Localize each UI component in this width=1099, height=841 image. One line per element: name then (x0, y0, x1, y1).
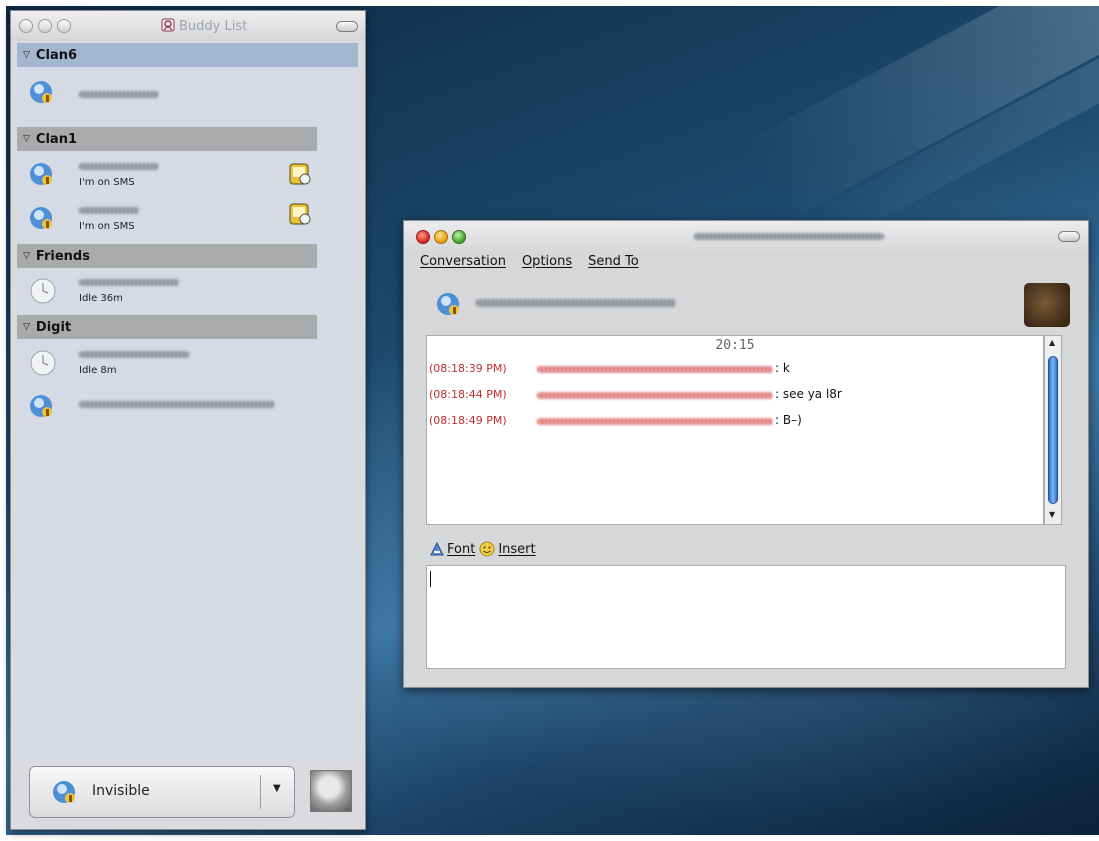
contact-item[interactable] (17, 387, 317, 431)
expand-triangle-icon[interactable]: ▽ (23, 322, 30, 332)
message-input[interactable] (426, 565, 1066, 669)
toolbar-toggle-button[interactable] (336, 21, 358, 32)
font-icon (430, 542, 444, 556)
buddy-list-titlebar[interactable]: Buddy List (11, 11, 365, 41)
blurred-contact-name (79, 207, 139, 214)
time-marker: 20:15 (715, 338, 755, 353)
font-button[interactable]: Font (430, 542, 475, 557)
message-timestamp: (08:18:49 PM) (429, 414, 507, 427)
group-header-clan1[interactable]: ▽ Clan1 (17, 127, 317, 151)
blurred-window-title (694, 233, 884, 240)
contact-item[interactable]: I'm on SMS (17, 155, 317, 199)
mobile-sms-icon (289, 163, 311, 185)
blurred-contact-name (79, 163, 159, 170)
group-header-friends[interactable]: ▽ Friends (17, 244, 317, 268)
contact-item[interactable]: I'm on SMS (17, 199, 317, 243)
group-header-clan6[interactable]: ▽ Clan6 (17, 43, 358, 67)
menu-bar: Conversation Options Send To (420, 254, 639, 269)
mobile-sms-icon (289, 203, 311, 225)
zoom-button[interactable] (452, 230, 466, 244)
message-timestamp: (08:18:44 PM) (429, 388, 507, 401)
message-row: (08:18:39 PM) : k (429, 361, 829, 375)
blurred-contact-name (79, 91, 159, 98)
conversation-window: Conversation Options Send To 20:15 (08:1… (403, 220, 1089, 688)
message-timestamp: (08:18:39 PM) (429, 362, 507, 375)
invisible-status-icon (53, 781, 75, 803)
away-buddy-icon (30, 81, 52, 103)
buddy-list-window: Buddy List ▽ Clan6 ▽ Clan1 I'm on SMS I'… (10, 10, 366, 830)
text-cursor (430, 571, 431, 587)
blurred-contact-name (79, 401, 275, 408)
transcript-scrollbar[interactable]: ▲ ▼ (1044, 335, 1062, 525)
message-text: : B–) (775, 413, 802, 427)
away-buddy-icon (30, 163, 52, 185)
conversation-titlebar[interactable] (404, 221, 1088, 253)
away-buddy-icon (30, 395, 52, 417)
contact-status: Idle 36m (79, 293, 123, 304)
menu-send-to[interactable]: Send To (588, 254, 639, 269)
contact-status: I'm on SMS (79, 177, 135, 188)
expand-triangle-icon[interactable]: ▽ (23, 134, 30, 144)
status-value: Invisible (92, 783, 150, 799)
message-row: (08:18:44 PM) : see ya l8r (429, 387, 842, 401)
menu-options[interactable]: Options (522, 254, 572, 269)
scroll-thumb[interactable] (1048, 356, 1058, 504)
minimize-button[interactable] (38, 19, 52, 33)
insert-button[interactable]: Insert (479, 541, 536, 557)
blurred-sender-name (537, 418, 773, 425)
contact-item[interactable]: Idle 8m (17, 343, 317, 387)
scroll-down-arrow-icon[interactable]: ▼ (1049, 510, 1055, 519)
smiley-icon (479, 541, 495, 557)
group-name: Clan6 (35, 47, 77, 63)
group-name: Clan1 (35, 131, 77, 147)
dropdown-divider (260, 775, 261, 809)
blurred-sender-name (537, 366, 773, 373)
dropdown-arrow-icon[interactable]: ▼ (273, 783, 281, 794)
blurred-partner-name (476, 299, 676, 307)
contact-item[interactable] (17, 73, 317, 117)
message-text: : see ya l8r (775, 387, 842, 401)
group-name: Digit (35, 319, 72, 335)
message-text: : k (775, 361, 790, 375)
away-buddy-icon (30, 207, 52, 229)
idle-clock-icon (30, 278, 56, 304)
window-title: Buddy List (179, 19, 248, 34)
my-buddy-icon[interactable] (310, 770, 352, 812)
group-header-digit[interactable]: ▽ Digit (17, 315, 317, 339)
buddy-list: ▽ Clan6 ▽ Clan1 I'm on SMS I'm on SMS ▽ … (17, 43, 358, 761)
close-button[interactable] (19, 19, 33, 33)
idle-clock-icon (30, 350, 56, 376)
expand-triangle-icon[interactable]: ▽ (23, 251, 30, 261)
contact-status: I'm on SMS (79, 221, 135, 232)
contact-item[interactable]: Idle 36m (17, 271, 317, 315)
partner-status-icon (437, 293, 459, 315)
toolbar-toggle-button[interactable] (1058, 231, 1080, 242)
pidgin-icon (161, 18, 175, 32)
expand-triangle-icon[interactable]: ▽ (23, 50, 30, 60)
insert-label: Insert (498, 541, 536, 557)
blurred-sender-name (537, 392, 773, 399)
blurred-contact-name (79, 279, 179, 286)
font-label: Font (447, 541, 476, 557)
close-button[interactable] (416, 230, 430, 244)
scroll-up-arrow-icon[interactable]: ▲ (1049, 338, 1055, 347)
status-selector[interactable]: Invisible ▼ (29, 766, 295, 818)
format-toolbar: Font Insert (430, 541, 536, 557)
zoom-button[interactable] (57, 19, 71, 33)
partner-avatar[interactable] (1024, 283, 1070, 327)
conversation-transcript[interactable]: 20:15 (08:18:39 PM) : k (08:18:44 PM) : … (426, 335, 1044, 525)
blurred-contact-name (79, 351, 189, 358)
message-row: (08:18:49 PM) : B–) (429, 413, 829, 427)
group-name: Friends (35, 248, 90, 264)
minimize-button[interactable] (434, 230, 448, 244)
contact-status: Idle 8m (79, 365, 117, 376)
menu-conversation[interactable]: Conversation (420, 254, 506, 269)
